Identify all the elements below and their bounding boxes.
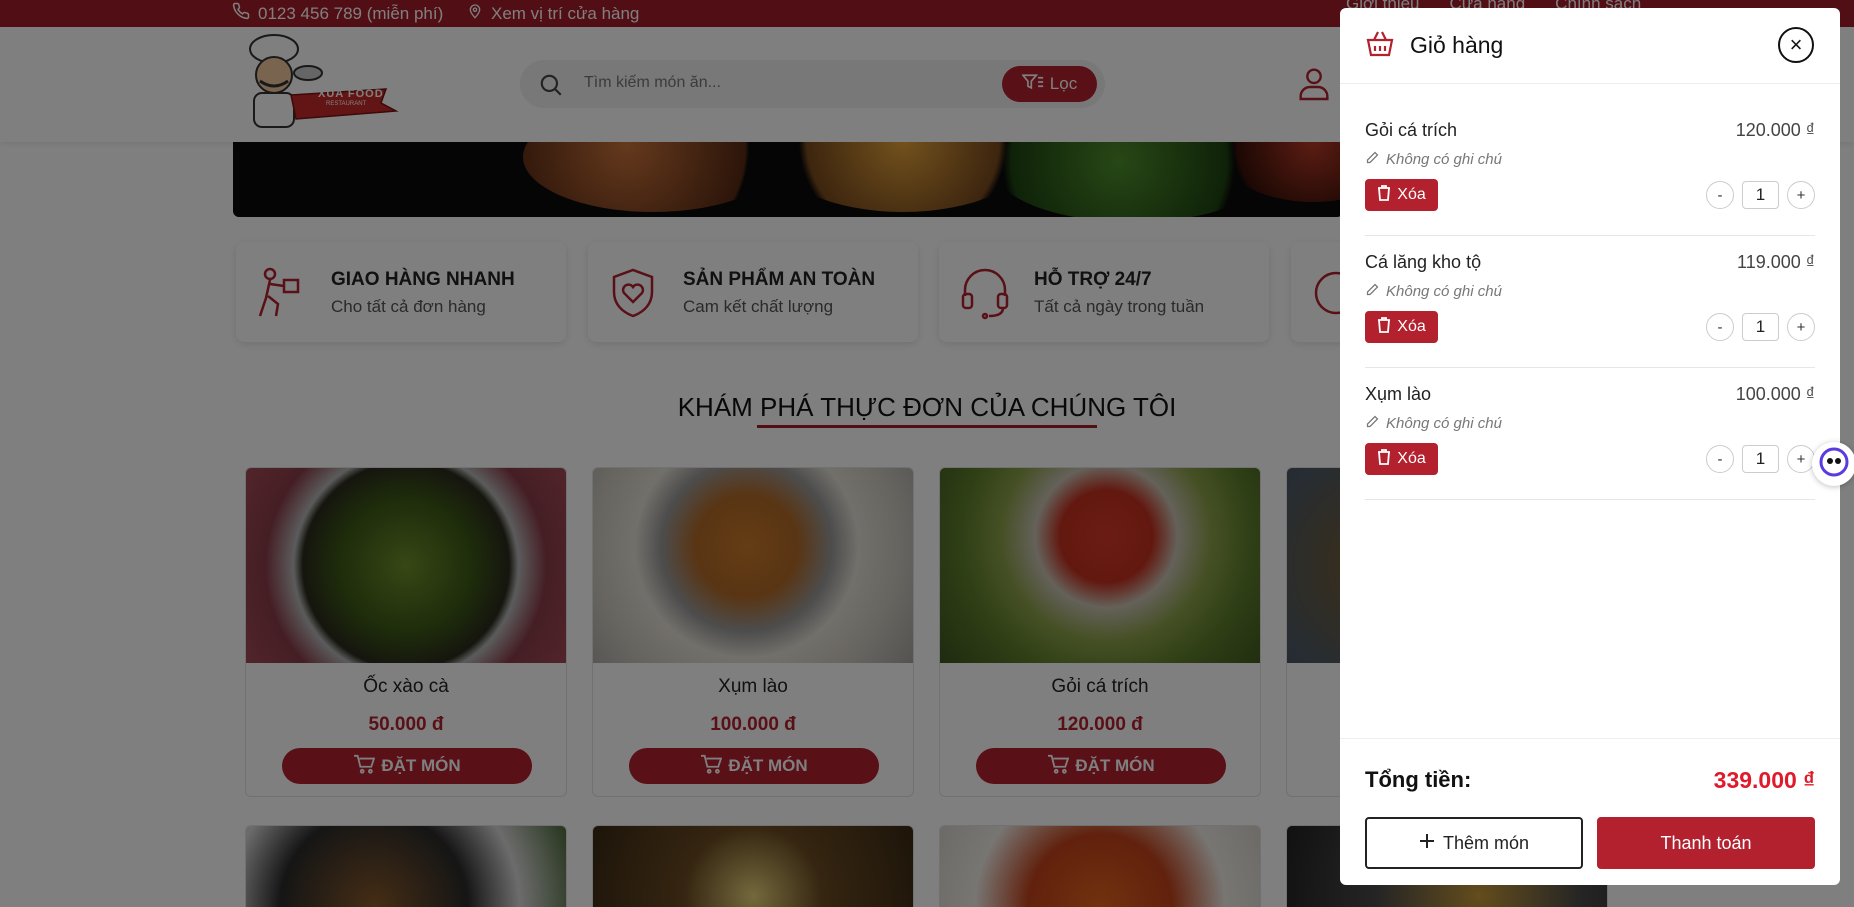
cart-item-note-text: Không có ghi chú [1386,151,1502,168]
cart-item-name: Cá lăng kho tộ [1365,252,1482,272]
add-more-label: Thêm món [1442,832,1530,853]
chat-assistant-button[interactable] [1812,442,1854,486]
increase-quantity-button[interactable]: + [1787,313,1815,341]
quantity-input[interactable]: 1 [1742,181,1779,209]
cart-title: Giỏ hàng [1410,32,1504,58]
cart-item-price: 100.000 ₫ [1735,384,1815,404]
cart-footer: Tổng tiền: 339.000 ₫ Thêm món Thanh toán [1340,738,1840,885]
decrease-quantity-button[interactable]: - [1706,313,1734,341]
pencil-icon [1365,282,1380,301]
total-value: 339.000 ₫ [1713,767,1815,793]
increase-quantity-button[interactable]: + [1787,181,1815,209]
increase-quantity-button[interactable]: + [1787,445,1815,473]
cart-item-note[interactable]: Không có ghi chú [1365,414,1502,433]
cart-item-price: 120.000 ₫ [1735,120,1815,140]
quantity-stepper: - 1 + [1706,313,1815,341]
bot-icon [1819,447,1849,482]
decrease-quantity-button[interactable]: - [1706,445,1734,473]
delete-item-button[interactable]: Xóa [1365,443,1438,475]
close-icon: × [1789,32,1803,57]
plus-icon [1419,833,1435,854]
pencil-icon [1365,414,1380,433]
total-label: Tổng tiền: [1365,767,1472,792]
cart-drawer: Giỏ hàng × Gỏi cá trích 120.000 ₫ Không … [1340,8,1840,885]
trash-icon [1377,448,1391,470]
quantity-stepper: - 1 + [1706,181,1815,209]
cart-item-name: Gỏi cá trích [1365,120,1458,140]
cart-item-name: Xụm lào [1365,384,1432,404]
pencil-icon [1365,150,1380,169]
quantity-input[interactable]: 1 [1742,313,1779,341]
cart-item: Xụm lào 100.000 ₫ Không có ghi chú Xóa -… [1365,372,1815,500]
delete-item-button[interactable]: Xóa [1365,311,1438,343]
trash-icon [1377,316,1391,338]
checkout-button[interactable]: Thanh toán [1597,817,1815,869]
trash-icon [1377,184,1391,206]
cart-header: Giỏ hàng × [1340,8,1840,84]
cart-item-note[interactable]: Không có ghi chú [1365,282,1502,301]
cart-item: Cá lăng kho tộ 119.000 ₫ Không có ghi ch… [1365,240,1815,368]
delete-label: Xóa [1397,318,1426,335]
cart-item: Gỏi cá trích 120.000 ₫ Không có ghi chú … [1365,108,1815,236]
basket-icon [1365,30,1395,63]
quantity-stepper: - 1 + [1706,445,1815,473]
decrease-quantity-button[interactable]: - [1706,181,1734,209]
cart-item-note-text: Không có ghi chú [1386,415,1502,432]
delete-item-button[interactable]: Xóa [1365,179,1438,211]
cart-item-note[interactable]: Không có ghi chú [1365,150,1502,169]
close-cart-button[interactable]: × [1778,27,1814,63]
cart-item-note-text: Không có ghi chú [1386,283,1502,300]
delete-label: Xóa [1397,186,1426,203]
cart-item-price: 119.000 ₫ [1737,252,1815,272]
add-more-button[interactable]: Thêm món [1365,817,1583,869]
quantity-input[interactable]: 1 [1742,445,1779,473]
delete-label: Xóa [1397,450,1426,467]
